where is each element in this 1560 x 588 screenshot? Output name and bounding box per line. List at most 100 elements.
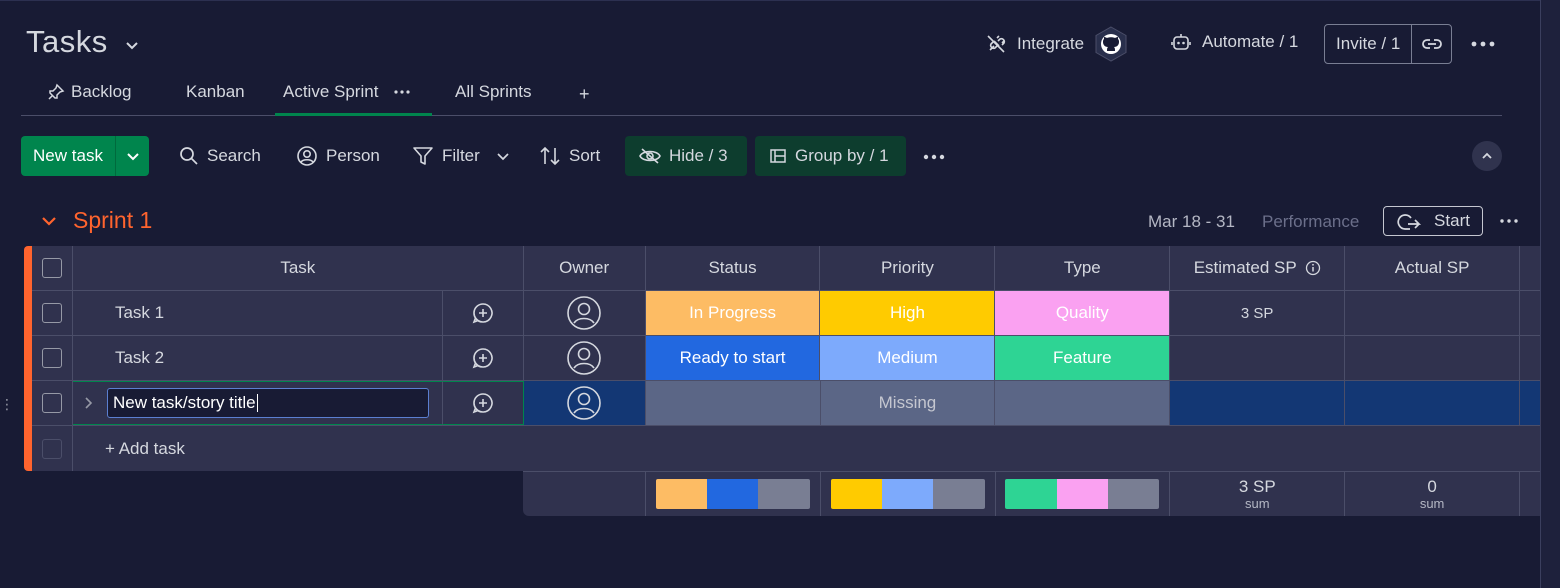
row-checkbox[interactable] [32, 381, 73, 425]
expand-subitems-icon[interactable] [83, 396, 95, 410]
actual-sum-caption: sum [1419, 496, 1445, 511]
column-header-actual-sp[interactable]: Actual SP [1345, 246, 1521, 290]
tab-more-icon[interactable] [394, 89, 411, 95]
priority-label-missing[interactable]: Missing [820, 381, 996, 425]
drag-handle-icon[interactable]: ⋮ [0, 396, 14, 413]
add-view-button[interactable]: + [579, 84, 590, 105]
owner-cell[interactable] [524, 381, 646, 425]
estimated-sum-value: 3 SP [1238, 477, 1276, 496]
collapse-header-button[interactable] [1472, 141, 1502, 171]
task-name-cell[interactable]: Task 2 [73, 336, 443, 380]
estimated-sp-label: Estimated SP [1193, 258, 1297, 277]
actual-sp-cell[interactable] [1345, 291, 1520, 335]
column-header-priority[interactable]: Priority [820, 246, 996, 290]
column-header-estimated-sp[interactable]: Estimated SP [1170, 246, 1346, 290]
integrate-label: Integrate [1017, 34, 1085, 53]
start-label: Start [1434, 211, 1470, 230]
sort-icon [539, 145, 561, 167]
group-more-icon[interactable] [1500, 218, 1518, 224]
add-view-label: + [579, 84, 590, 104]
status-summary-bar[interactable] [646, 472, 821, 516]
row-checkbox[interactable] [32, 336, 73, 380]
tab-backlog[interactable]: Backlog [47, 82, 131, 102]
filter-button[interactable]: Filter [412, 136, 510, 176]
search-icon [179, 146, 199, 166]
add-update-icon[interactable] [443, 336, 524, 380]
estimated-sp-cell[interactable]: 3 SP [1170, 291, 1346, 335]
tab-label: All Sprints [455, 82, 532, 101]
group-by-label: Group by / 1 [795, 146, 889, 165]
actual-sum-value: 0 [1427, 477, 1437, 496]
add-update-icon[interactable] [442, 381, 524, 425]
status-label[interactable]: Ready to start [645, 336, 821, 380]
chevron-down-icon[interactable] [124, 37, 140, 53]
task-title-input[interactable]: New task/story title [106, 388, 429, 418]
actual-sp-cell[interactable] [1345, 381, 1521, 425]
new-task-button-group: New task [21, 136, 149, 176]
summary-owner-cell [523, 472, 646, 516]
group-title[interactable]: Sprint 1 [73, 207, 152, 234]
automate-button[interactable]: Automate / 1 [1170, 31, 1298, 53]
priority-summary-bar[interactable] [821, 472, 996, 516]
owner-cell[interactable] [524, 336, 646, 380]
add-task-row[interactable]: + Add task [32, 426, 1540, 471]
chevron-down-icon[interactable] [116, 136, 149, 176]
actual-sp-cell[interactable] [1345, 336, 1520, 380]
type-label[interactable]: Feature [995, 336, 1171, 380]
estimated-sp-cell[interactable] [1170, 336, 1346, 380]
column-header-owner[interactable]: Owner [524, 246, 646, 290]
person-filter-button[interactable]: Person [296, 136, 380, 176]
invite-button[interactable]: Invite / 1 [1325, 25, 1413, 63]
status-label-empty[interactable] [645, 381, 821, 425]
empty-cell [1520, 291, 1540, 335]
column-header-status[interactable]: Status [646, 246, 821, 290]
start-sprint-button[interactable]: Start [1383, 206, 1483, 236]
select-all-checkbox[interactable] [32, 246, 73, 290]
more-options-icon[interactable] [1470, 40, 1496, 48]
owner-cell[interactable] [524, 291, 646, 335]
copy-link-icon[interactable] [1412, 25, 1451, 63]
empty-cell [1520, 381, 1540, 425]
search-button[interactable]: Search [179, 136, 261, 176]
sort-button[interactable]: Sort [539, 136, 600, 176]
page-title: Tasks [26, 24, 108, 59]
priority-label[interactable]: Medium [820, 336, 996, 380]
type-label-empty[interactable] [995, 381, 1171, 425]
table-row-editing: New task/story title Missing [32, 381, 1540, 426]
task-name-cell[interactable]: New task/story title [72, 381, 443, 425]
toolbar-more-icon[interactable] [923, 153, 945, 161]
sprint-dates: Mar 18 - 31 [1148, 212, 1235, 231]
info-icon[interactable] [1305, 260, 1321, 276]
robot-icon [1170, 31, 1192, 53]
task-name-cell[interactable]: Task 1 [73, 291, 443, 335]
eye-off-icon [639, 147, 661, 165]
column-header-task[interactable]: Task [73, 246, 524, 290]
performance-link[interactable]: Performance [1262, 212, 1359, 232]
column-header-type[interactable]: Type [995, 246, 1171, 290]
group-collapse-chevron-icon[interactable] [40, 214, 58, 228]
estimated-sp-sum: 3 SP sum [1170, 472, 1346, 516]
new-task-button[interactable]: New task [21, 136, 116, 176]
group-by-button[interactable]: Group by / 1 [755, 136, 906, 176]
integrate-button[interactable]: Integrate [985, 26, 1128, 62]
estimated-sp-cell[interactable] [1170, 381, 1346, 425]
status-label[interactable]: In Progress [645, 291, 821, 335]
add-task-label[interactable]: + Add task [73, 426, 185, 471]
chevron-down-icon[interactable] [496, 149, 510, 163]
row-checkbox[interactable] [32, 291, 73, 335]
tab-all-sprints[interactable]: All Sprints [455, 82, 532, 102]
task-title-input-value: New task/story title [112, 393, 256, 412]
start-sprint-icon [1396, 211, 1422, 231]
tab-active-sprint[interactable]: Active Sprint [283, 82, 411, 102]
search-label: Search [207, 146, 261, 165]
add-update-icon[interactable] [443, 291, 524, 335]
priority-label[interactable]: High [820, 291, 996, 335]
hide-label: Hide / 3 [669, 146, 728, 165]
tab-label: Backlog [71, 82, 132, 101]
type-label[interactable]: Quality [995, 291, 1171, 335]
column-header-add[interactable] [1520, 246, 1540, 290]
type-summary-bar[interactable] [996, 472, 1171, 516]
tab-kanban[interactable]: Kanban [186, 82, 245, 102]
sort-label: Sort [569, 146, 601, 165]
hide-button[interactable]: Hide / 3 [625, 136, 747, 176]
